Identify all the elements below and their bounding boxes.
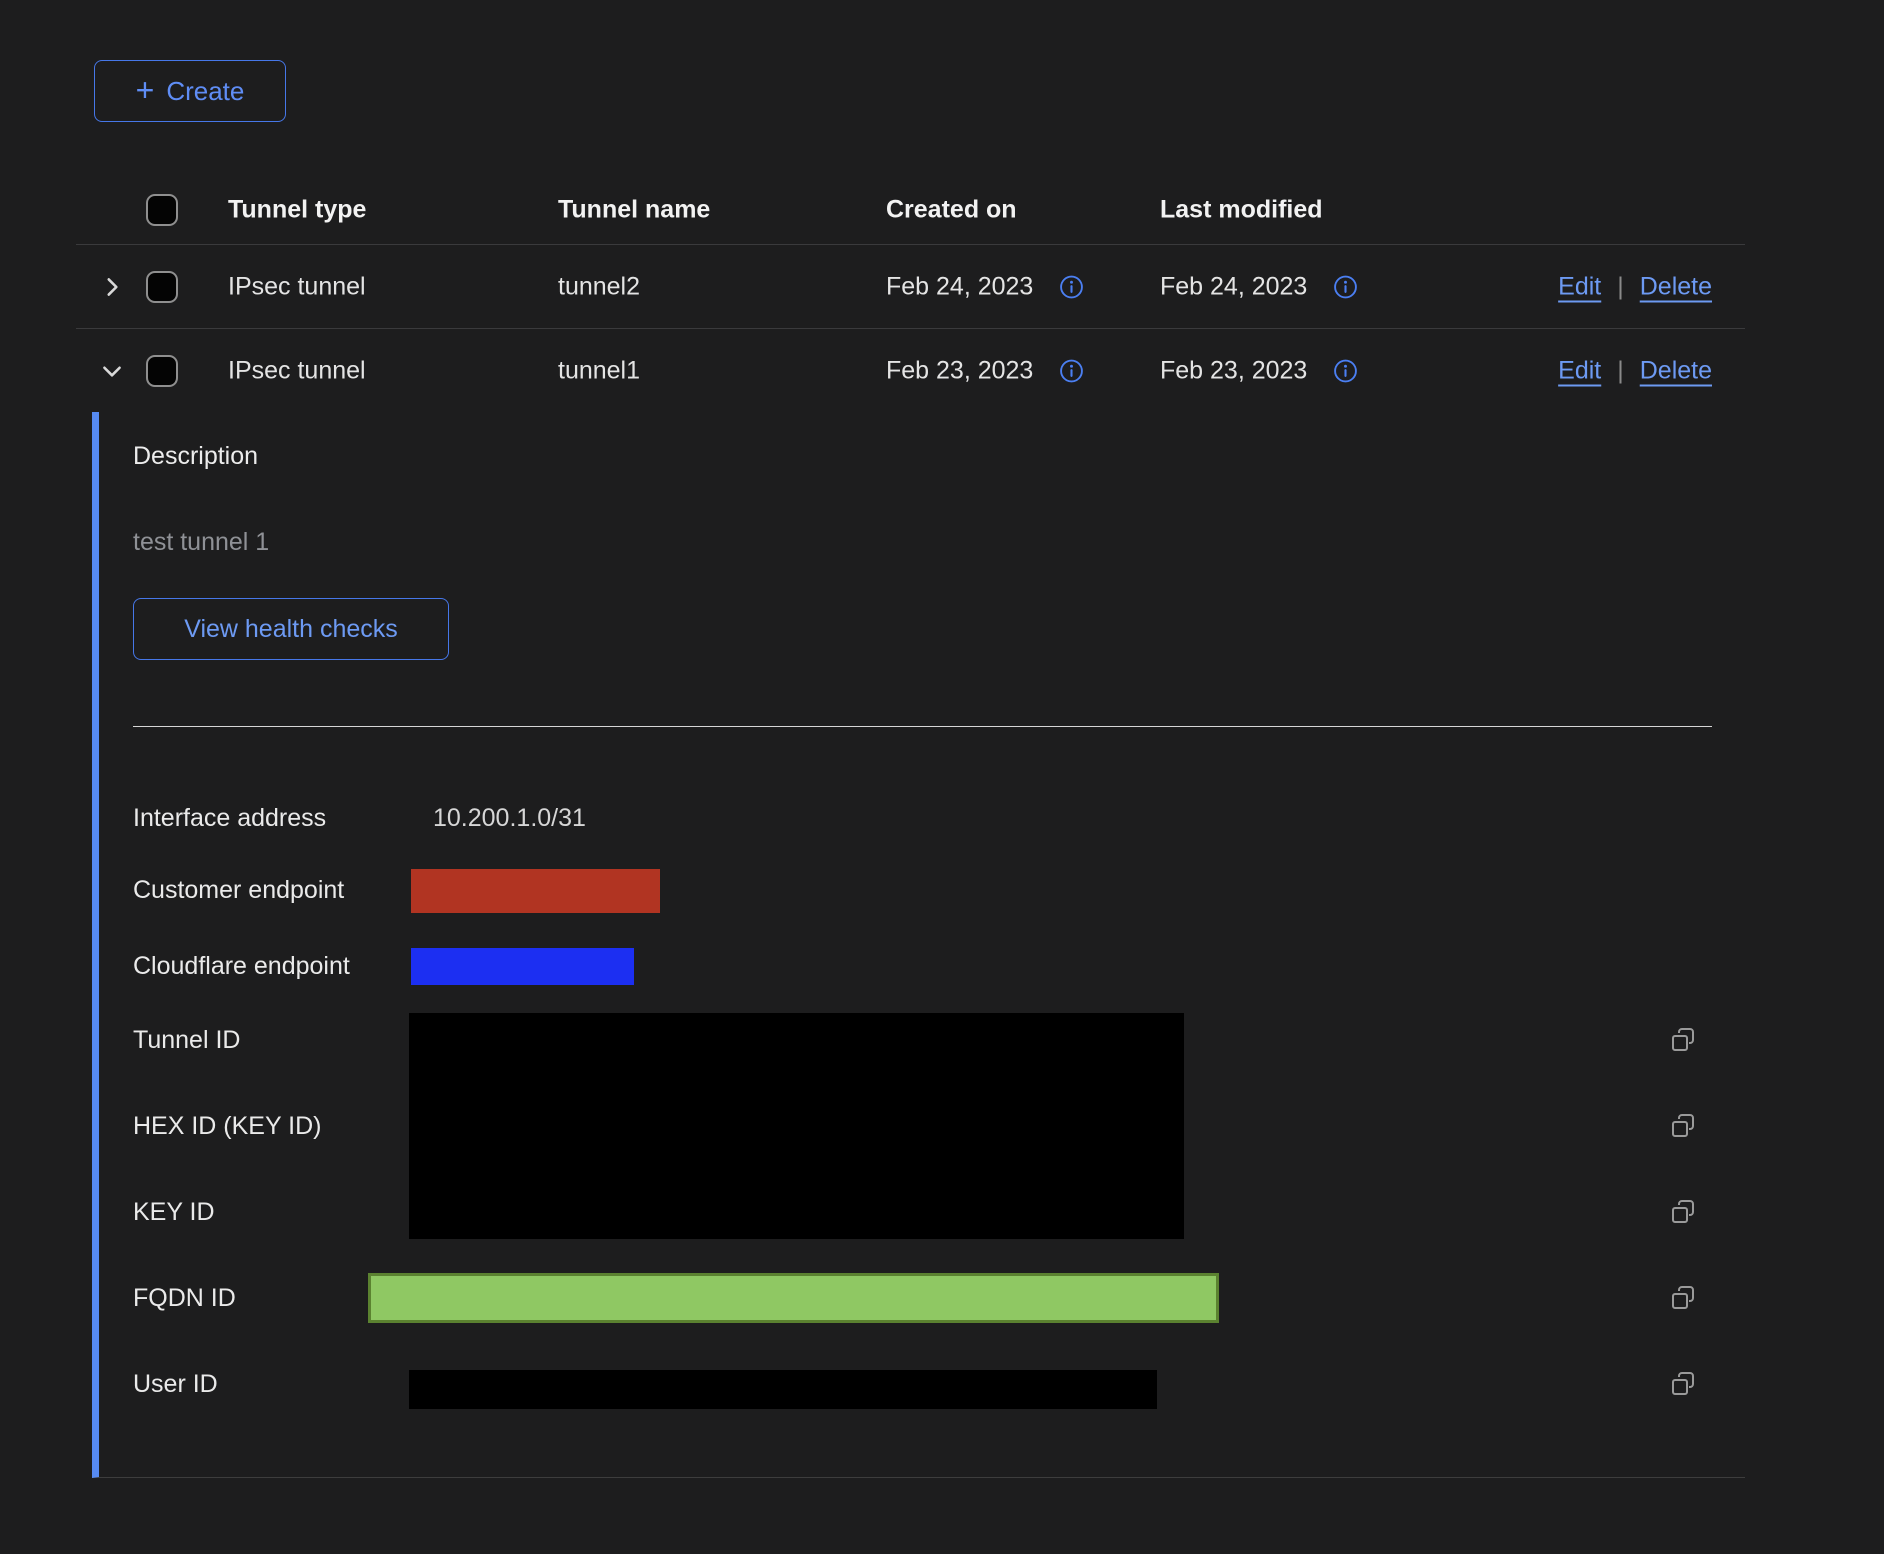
last-modified-cell: Feb 24, 2023 — [1160, 272, 1307, 301]
row-checkbox-tunnel1[interactable] — [146, 355, 178, 387]
interface-address-label: Interface address — [133, 803, 326, 833]
table-row-tunnel2: IPsec tunnel tunnel2 Feb 24, 2023 Feb 24… — [76, 245, 1745, 328]
tunnel-name-cell: tunnel2 — [558, 272, 640, 301]
info-icon[interactable] — [1059, 358, 1084, 383]
action-separator: | — [1617, 272, 1624, 300]
fqdn-id-redacted-value — [368, 1273, 1219, 1323]
last-modified-cell: Feb 23, 2023 — [1160, 356, 1307, 385]
tunnel-name-cell: tunnel1 — [558, 356, 640, 385]
created-on-cell: Feb 23, 2023 — [886, 356, 1033, 385]
description-label: Description — [133, 442, 258, 471]
tunnel-type-cell: IPsec tunnel — [228, 272, 366, 301]
expand-chevron-right-icon[interactable] — [98, 273, 126, 301]
info-icon[interactable] — [1059, 274, 1084, 299]
delete-link[interactable]: Delete — [1640, 356, 1712, 384]
fqdn-id-label: FQDN ID — [133, 1283, 236, 1313]
header-tunnel-name: Tunnel name — [558, 196, 710, 225]
action-separator: | — [1617, 356, 1624, 384]
collapse-chevron-down-icon[interactable] — [98, 357, 126, 385]
user-id-redacted-value — [409, 1370, 1157, 1409]
table-row-tunnel1: IPsec tunnel tunnel1 Feb 23, 2023 Feb 23… — [76, 329, 1745, 412]
customer-endpoint-label: Customer endpoint — [133, 875, 344, 905]
key-id-label: KEY ID — [133, 1197, 215, 1227]
create-button[interactable]: + Create — [94, 60, 286, 122]
id-values-redacted-block — [409, 1013, 1184, 1239]
info-icon[interactable] — [1333, 274, 1358, 299]
edit-link[interactable]: Edit — [1558, 272, 1601, 300]
description-value: test tunnel 1 — [133, 528, 269, 557]
hex-id-label: HEX ID (KEY ID) — [133, 1111, 321, 1141]
delete-link[interactable]: Delete — [1640, 272, 1712, 300]
expanded-tunnel-detail-panel: Description test tunnel 1 View health ch… — [92, 412, 1745, 1478]
plus-icon: + — [136, 74, 155, 106]
panel-divider — [133, 726, 1712, 727]
tunnel-id-label: Tunnel ID — [133, 1025, 240, 1055]
cloudflare-endpoint-label: Cloudflare endpoint — [133, 951, 350, 981]
tunnels-page: + Create Tunnel type Tunnel name Created… — [0, 0, 1884, 1554]
info-icon[interactable] — [1333, 358, 1358, 383]
copy-user-id-icon[interactable] — [1668, 1369, 1698, 1399]
copy-fqdn-id-icon[interactable] — [1668, 1283, 1698, 1313]
edit-link[interactable]: Edit — [1558, 356, 1601, 384]
header-created-on: Created on — [886, 196, 1017, 225]
customer-endpoint-redacted-value — [411, 869, 660, 913]
create-button-label: Create — [166, 76, 244, 107]
copy-hex-id-icon[interactable] — [1668, 1111, 1698, 1141]
cloudflare-endpoint-redacted-value — [411, 948, 634, 985]
copy-key-id-icon[interactable] — [1668, 1197, 1698, 1227]
copy-tunnel-id-icon[interactable] — [1668, 1025, 1698, 1055]
user-id-label: User ID — [133, 1369, 218, 1399]
header-last-modified: Last modified — [1160, 196, 1323, 225]
select-all-checkbox[interactable] — [146, 194, 178, 226]
header-tunnel-type: Tunnel type — [228, 196, 366, 225]
view-health-checks-label: View health checks — [184, 615, 398, 644]
row-checkbox-tunnel2[interactable] — [146, 271, 178, 303]
tunnel-type-cell: IPsec tunnel — [228, 356, 366, 385]
created-on-cell: Feb 24, 2023 — [886, 272, 1033, 301]
interface-address-value: 10.200.1.0/31 — [433, 803, 586, 833]
table-header-row: Tunnel type Tunnel name Created on Last … — [76, 176, 1745, 244]
view-health-checks-button[interactable]: View health checks — [133, 598, 449, 660]
